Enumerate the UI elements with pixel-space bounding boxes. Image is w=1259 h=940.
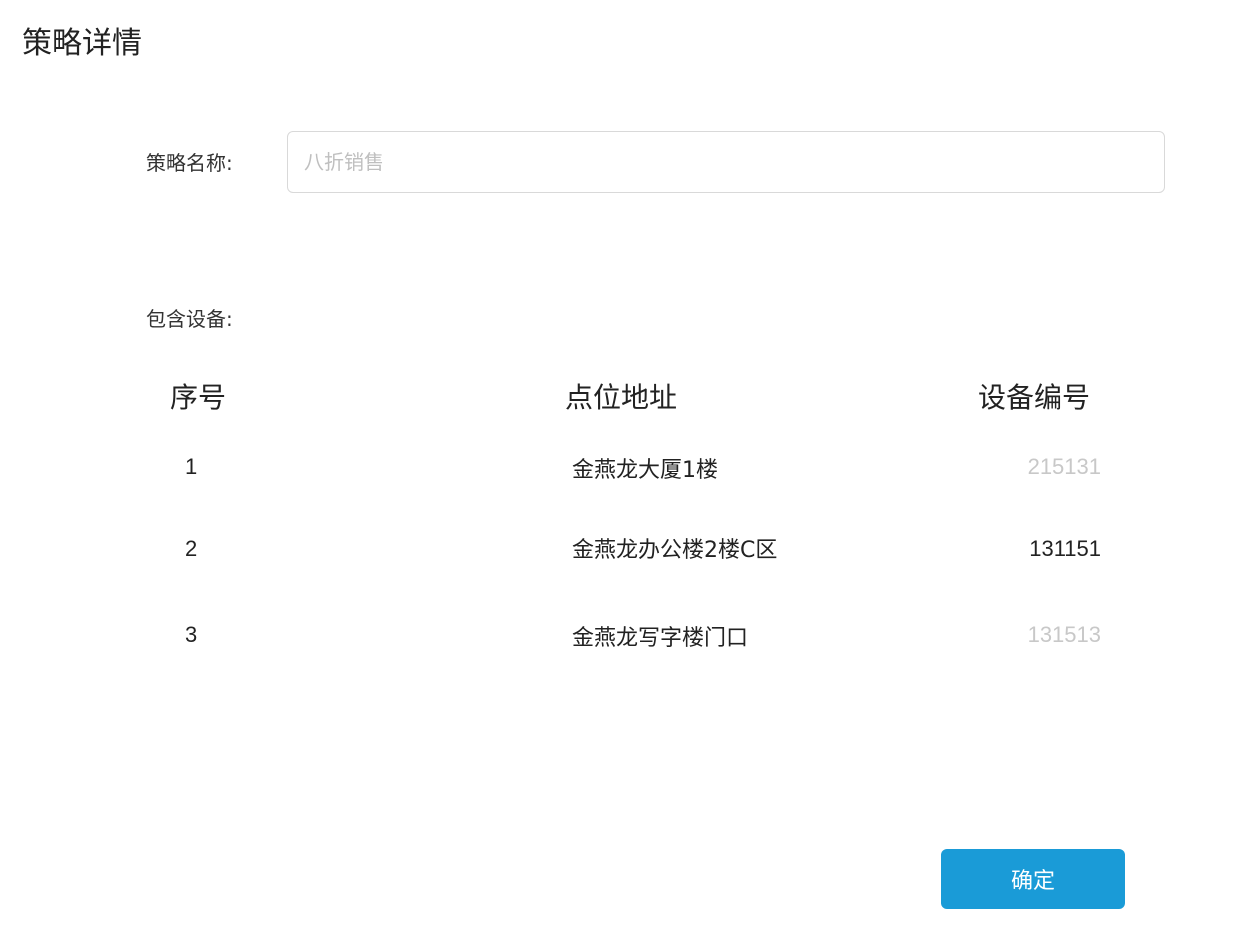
strategy-detail-page: 策略详情 策略名称: 包含设备: 序号 点位地址 设备编号 1 金燕龙大厦1楼 … <box>0 0 1259 940</box>
column-header-device-id: 设备编号 <box>978 381 1091 414</box>
row-index: 2 <box>185 536 198 561</box>
table-row: 1 金燕龙大厦1楼 215131 <box>0 452 1259 492</box>
strategy-name-label: 策略名称: <box>146 151 233 175</box>
row-address: 金燕龙办公楼2楼C区 <box>572 538 778 563</box>
row-index: 3 <box>185 622 198 647</box>
row-device-id: 131151 <box>1029 536 1101 561</box>
row-index: 1 <box>185 454 198 479</box>
page-title: 策略详情 <box>22 26 142 61</box>
confirm-button[interactable]: 确定 <box>941 849 1125 909</box>
row-address: 金燕龙写字楼门口 <box>572 626 749 651</box>
row-device-id: 131513 <box>1027 622 1101 647</box>
included-devices-label: 包含设备: <box>146 307 233 331</box>
row-address: 金燕龙大厦1楼 <box>572 458 718 483</box>
column-header-address: 点位地址 <box>565 381 678 414</box>
column-header-index: 序号 <box>170 381 227 414</box>
strategy-name-input[interactable] <box>287 131 1165 193</box>
table-row: 2 金燕龙办公楼2楼C区 131151 <box>0 534 1259 574</box>
table-row: 3 金燕龙写字楼门口 131513 <box>0 620 1259 660</box>
row-device-id: 215131 <box>1027 454 1101 479</box>
